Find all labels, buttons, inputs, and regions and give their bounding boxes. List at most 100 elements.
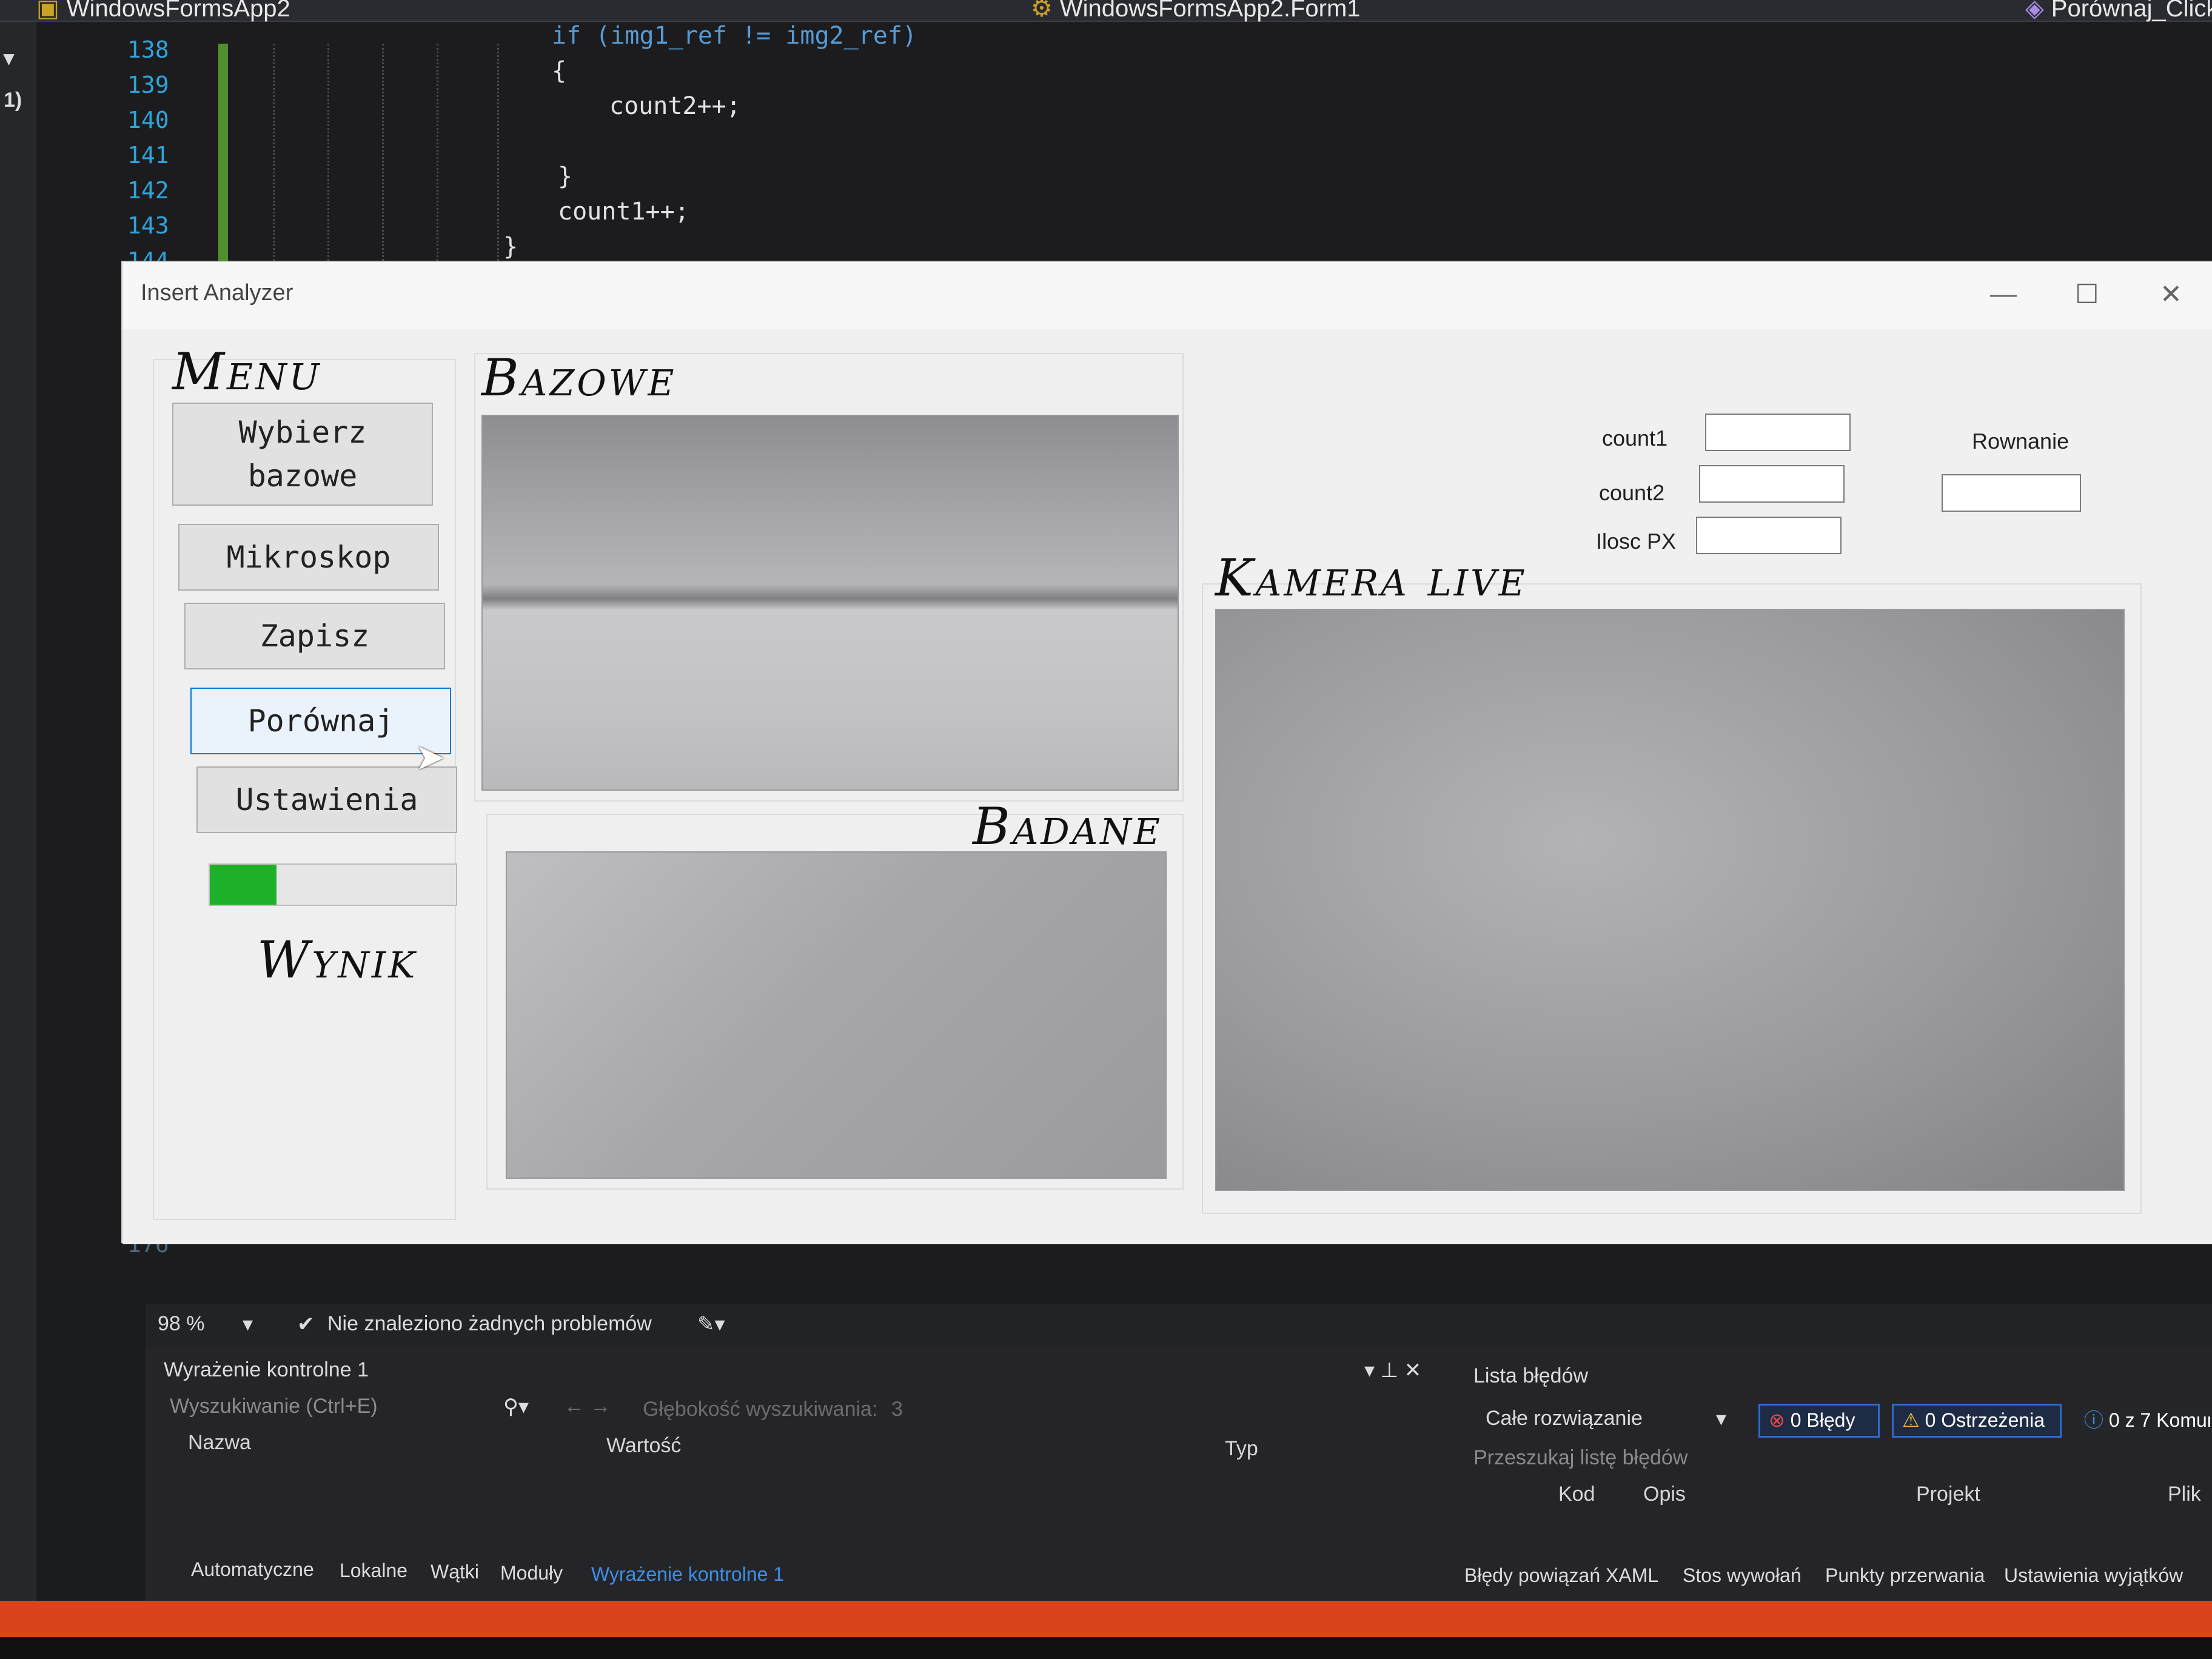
window-titlebar[interactable]: Insert Analyzer — ☐ ✕ (122, 262, 2212, 329)
watch-col-type[interactable]: Typ (1225, 1437, 1258, 1461)
indent-guide (273, 44, 275, 286)
error-col-code[interactable]: Kod (1558, 1483, 1595, 1506)
count2-label: count2 (1599, 480, 1665, 505)
menu-group: Menu Wybierz bazowe Mikroskop Zapisz Por… (153, 342, 457, 1220)
tab-watch-1[interactable]: Wyrażenie kontrolne 1 (591, 1563, 784, 1586)
problems-status[interactable]: Nie znaleziono żadnych problemów (327, 1312, 652, 1336)
code-line: if (img1_ref != img2_ref) (552, 22, 917, 50)
pixel-count-field[interactable] (1696, 517, 1842, 554)
line-number: 143 (127, 212, 169, 239)
messages-count: 0 z 7 Komunikaty (2108, 1409, 2212, 1431)
tab-breakpoints[interactable]: Punkty przerwania (1825, 1564, 1985, 1587)
progress-fill (210, 865, 276, 905)
scope-dropdown[interactable]: Całe rozwiązanie (1486, 1407, 1643, 1430)
search-icon[interactable]: ⚲▾ (503, 1395, 529, 1419)
gutter-mark: 1) (4, 89, 22, 112)
tab-xaml-binding-errors[interactable]: Błędy powiązań XAML (1464, 1564, 1658, 1587)
line-number: 142 (127, 177, 169, 204)
search-depth-field[interactable]: 3 (891, 1398, 903, 1421)
scope-dropdown-icon[interactable]: ▾ (1716, 1407, 1726, 1431)
class-dropdown[interactable]: ⚙ WindowsFormsApp2.Form1 (1031, 0, 1361, 22)
check-circle-icon: ✔ (297, 1313, 315, 1336)
count2-field[interactable] (1699, 465, 1845, 503)
class-icon: ⚙ (1031, 0, 1053, 22)
window-title: Insert Analyzer (141, 280, 293, 306)
brush-icon[interactable]: ✎▾ (697, 1312, 725, 1336)
watch-col-name[interactable]: Nazwa (188, 1431, 251, 1455)
tab-locals[interactable]: Lokalne (340, 1560, 407, 1582)
menu-title: Menu (172, 342, 322, 401)
messages-filter-button[interactable]: ⓘ 0 z 7 Komunikaty (2074, 1404, 2212, 1438)
status-bar (0, 1601, 2212, 1637)
live-camera-group: Kamera live (1202, 548, 2142, 1214)
count1-field[interactable] (1705, 414, 1851, 451)
maximize-icon[interactable]: ☐ (2075, 279, 2099, 310)
test-image-group: Badane (486, 797, 1184, 1190)
code-line: { (552, 57, 567, 85)
save-button[interactable]: Zapisz (184, 603, 445, 669)
close-icon[interactable]: ✕ (2160, 279, 2182, 310)
count1-label: count1 (1602, 426, 1668, 451)
live-title: Kamera live (1215, 548, 1527, 608)
equation-field[interactable] (1942, 474, 2081, 512)
code-line: count2++; (609, 92, 741, 120)
tab-call-stack[interactable]: Stos wywołań (1683, 1564, 1801, 1587)
errors-count: 0 Błędy (1790, 1409, 1855, 1431)
code-line: } (503, 233, 518, 261)
minimize-icon[interactable]: — (1990, 279, 2017, 309)
result-title: Wynik (257, 930, 418, 990)
zoom-level[interactable]: 98 % (158, 1312, 205, 1336)
base-title: Bazowe (481, 348, 677, 407)
equation-label: Rownanie (1972, 429, 2070, 454)
project-tab[interactable]: ▣ WindowsFormsApp2 (36, 0, 290, 22)
taskbar (0, 1637, 2212, 1659)
insert-analyzer-window: Insert Analyzer — ☐ ✕ Menu Wybierz bazow… (121, 261, 2212, 1244)
info-icon: ⓘ (2084, 1409, 2109, 1431)
compare-button[interactable]: Porównaj (190, 688, 451, 754)
change-indicator (218, 44, 228, 286)
tab-modules[interactable]: Moduły (500, 1562, 563, 1584)
select-base-button[interactable]: Wybierz bazowe (172, 403, 433, 506)
search-depth-label: Głębokość wyszukiwania: (643, 1398, 878, 1421)
base-image (481, 415, 1179, 791)
line-number: 139 (127, 72, 169, 98)
watch-title: Wyrażenie kontrolne 1 (164, 1358, 369, 1381)
zoom-dropdown-icon[interactable]: ▾ (243, 1312, 253, 1336)
microscope-button[interactable]: Mikroskop (178, 524, 439, 591)
error-search-input[interactable]: Przeszukaj listę błędów (1473, 1446, 1687, 1470)
class-dropdown-label: WindowsFormsApp2.Form1 (1059, 0, 1361, 22)
warnings-count: 0 Ostrzeżenia (1925, 1409, 2045, 1431)
errors-filter-button[interactable]: ⊗ 0 Błędy (1758, 1404, 1880, 1438)
line-number: 138 (127, 36, 169, 63)
tab-threads[interactable]: Wątki (431, 1561, 479, 1583)
test-image (506, 851, 1167, 1179)
watch-search-input[interactable]: Wyszukiwanie (Ctrl+E) (170, 1395, 378, 1418)
ide-left-gutter: ▾ 1) (0, 22, 36, 1659)
member-dropdown[interactable]: ◈ Porównaj_Click (2025, 0, 2212, 22)
mouse-cursor-icon: ➤ (415, 737, 446, 777)
panel-controls-icon[interactable]: ▾ ⊥ ✕ (1364, 1358, 1421, 1382)
warnings-filter-button[interactable]: ⚠ 0 Ostrzeżenia (1892, 1404, 2062, 1438)
test-title: Badane (973, 797, 1162, 856)
nav-arrows-icon[interactable]: ← → (564, 1395, 611, 1418)
line-number: 140 (127, 107, 169, 133)
project-icon: ▣ (36, 0, 59, 22)
code-line: count1++; (558, 198, 689, 226)
gutter-arrow-icon: ▾ (4, 47, 15, 70)
progress-bar (209, 863, 457, 906)
project-tab-label: WindowsFormsApp2 (66, 0, 290, 22)
indent-guide (497, 44, 499, 286)
error-icon: ⊗ (1769, 1409, 1791, 1431)
pixel-count-label: Ilosc PX (1596, 529, 1677, 554)
method-icon: ◈ (2025, 0, 2044, 22)
error-list-panel: Lista błędów Całe rozwiązanie ▾ ⊗ 0 Błęd… (1461, 1346, 2212, 1601)
error-col-project[interactable]: Projekt (1916, 1483, 1980, 1506)
error-col-file[interactable]: Plik (2168, 1483, 2201, 1506)
error-list-title: Lista błędów (1473, 1364, 1589, 1387)
code-text: if (img1_ref != img2_ref) (552, 22, 917, 50)
tab-autos[interactable]: Automatyczne (191, 1558, 314, 1581)
tab-exception-settings[interactable]: Ustawienia wyjątków (2004, 1564, 2183, 1587)
member-dropdown-label: Porównaj_Click (2051, 0, 2212, 22)
watch-col-value[interactable]: Wartość (606, 1434, 681, 1458)
error-col-description[interactable]: Opis (1643, 1483, 1686, 1506)
